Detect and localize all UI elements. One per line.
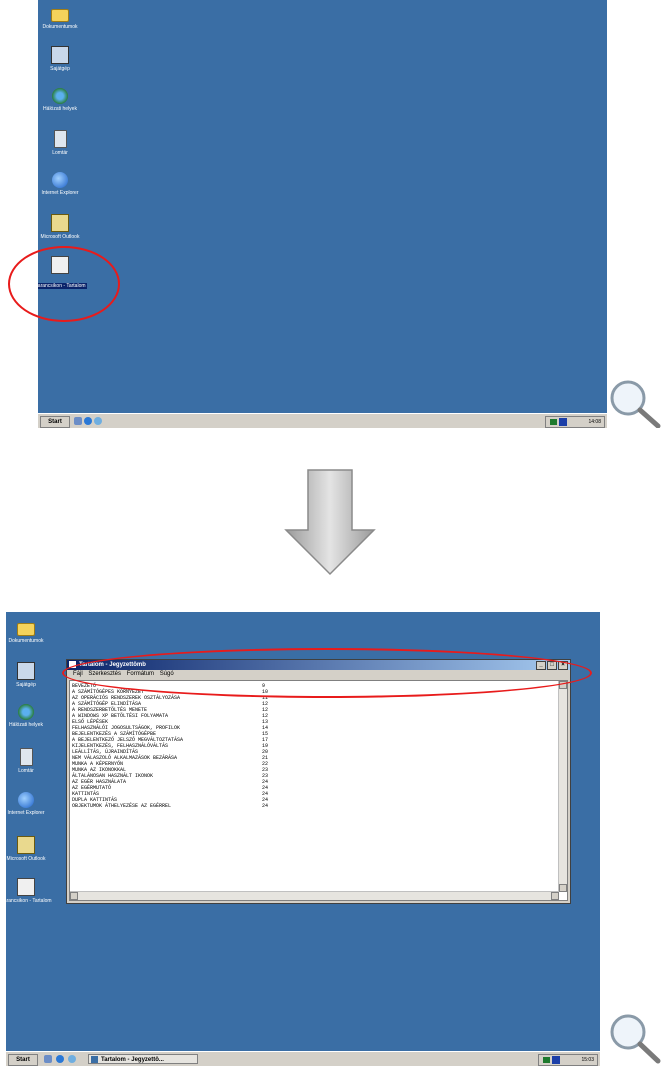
toc-page: 24: [262, 803, 269, 809]
shortcut-tartalom-icon: [17, 878, 35, 896]
network-places-shortcut[interactable]: Hálózati helyek: [38, 88, 90, 112]
highlight-ring-titlebar: [62, 648, 592, 698]
ie-quicklaunch-icon[interactable]: [84, 417, 92, 425]
desktop-icon-label: Parancsikon - Tartalom: [6, 898, 52, 904]
down-arrow-icon: [284, 469, 376, 576]
desktop-icon-label: Internet Explorer: [7, 810, 45, 816]
my-computer-icon: [51, 46, 69, 64]
tray-network-icon[interactable]: [550, 419, 557, 425]
text-area[interactable]: BEVEZETŐ 9 A SZÁMÍTÓGÉPES KÖRNYEZET 10 AZ OP…: [69, 680, 568, 901]
internet-explorer-shortcut[interactable]: Internet Explorer: [38, 172, 90, 196]
my-documents-shortcut[interactable]: Dokumentumok: [6, 620, 56, 644]
my-computer-icon: [17, 662, 35, 680]
desktop-icon-label: Lomtár: [18, 768, 34, 774]
outlook-icon: [51, 214, 69, 232]
start-button[interactable]: Start: [40, 416, 70, 428]
taskbar-button-notepad[interactable]: Tartalom - Jegyzettö...: [88, 1054, 198, 1064]
outlook-shortcut[interactable]: Microsoft Outlook: [38, 214, 90, 240]
internet-explorer-shortcut[interactable]: Internet Explorer: [6, 792, 56, 816]
recycle-bin-shortcut[interactable]: Lomtár: [6, 748, 56, 774]
tray-language-icon[interactable]: [552, 1056, 560, 1064]
my-computer-shortcut[interactable]: Sajátgép: [38, 46, 90, 72]
outlook-quicklaunch-icon[interactable]: [68, 1055, 76, 1063]
network-places-shortcut[interactable]: Hálózati helyek: [6, 704, 56, 728]
outlook-icon: [17, 836, 35, 854]
desktop-icon-label: Hálózati helyek: [9, 722, 43, 728]
desktop-icon-label: Lomtár: [52, 150, 68, 156]
start-button[interactable]: Start: [8, 1054, 38, 1066]
show-desktop-icon[interactable]: [44, 1055, 52, 1063]
ie-quicklaunch-icon[interactable]: [56, 1055, 64, 1063]
my-documents-icon: [17, 623, 35, 636]
system-tray: 15:03: [538, 1054, 598, 1066]
desktop-icon-label: Microsoft Outlook: [40, 234, 80, 240]
tray-language-icon[interactable]: [559, 418, 567, 426]
outlook-shortcut[interactable]: Microsoft Outlook: [6, 836, 56, 862]
taskbar: Start 14:08: [38, 413, 607, 428]
outlook-quicklaunch-icon[interactable]: [94, 417, 102, 425]
clock: 15:03: [581, 1057, 594, 1063]
taskbar: Start Tartalom - Jegyzettö... 15:03: [6, 1051, 600, 1066]
taskbar-button-label: Tartalom - Jegyzettö...: [101, 1057, 164, 1063]
highlight-ring-shortcut: [8, 246, 120, 322]
magnifier-icon[interactable]: [606, 1010, 662, 1064]
desktop-icon-label: Dokumentumok: [8, 638, 44, 644]
desktop-screenshot-before: Dokumentumok Sajátgép Hálózati helyek Lomtá…: [38, 0, 607, 428]
desktop-icon-label: Microsoft Outlook: [6, 856, 46, 862]
show-desktop-icon[interactable]: [74, 417, 82, 425]
internet-explorer-icon: [52, 172, 68, 188]
notepad-icon: [91, 1056, 98, 1063]
my-documents-icon: [51, 9, 69, 22]
horizontal-scrollbar[interactable]: [70, 891, 559, 900]
internet-explorer-icon: [18, 792, 34, 808]
network-places-icon: [52, 88, 68, 104]
shortcut-tartalom-shortcut[interactable]: Parancsikon - Tartalom: [6, 878, 56, 904]
scroll-right-button[interactable]: [551, 892, 559, 900]
recycle-bin-icon: [53, 130, 67, 148]
tray-network-icon[interactable]: [543, 1057, 550, 1063]
scroll-left-button[interactable]: [70, 892, 78, 900]
recycle-bin-shortcut[interactable]: Lomtár: [38, 130, 90, 156]
desktop-icon-label: Dokumentumok: [42, 24, 78, 30]
desktop-icon-label: Sajátgép: [16, 682, 36, 688]
my-computer-shortcut[interactable]: Sajátgép: [6, 662, 56, 688]
my-documents-shortcut[interactable]: Dokumentumok: [38, 6, 90, 30]
scroll-down-button[interactable]: [559, 884, 567, 892]
desktop-icon-label: Hálózati helyek: [43, 106, 77, 112]
desktop-icon-label: Sajátgép: [50, 66, 70, 72]
toc-title: OBJEKTUMOK ÁTHELYEZÉSE AZ EGÉRREL: [72, 803, 172, 809]
desktop-icon-label: Internet Explorer: [41, 190, 79, 196]
clock: 14:08: [588, 419, 601, 425]
system-tray: 14:08: [545, 416, 605, 428]
recycle-bin-icon: [19, 748, 33, 766]
magnifier-icon[interactable]: [606, 376, 662, 428]
network-places-icon: [18, 704, 34, 720]
toc-line: OBJEKTUMOK ÁTHELYEZÉSE AZ EGÉRREL 24: [72, 803, 555, 809]
vertical-scrollbar[interactable]: [558, 681, 567, 892]
